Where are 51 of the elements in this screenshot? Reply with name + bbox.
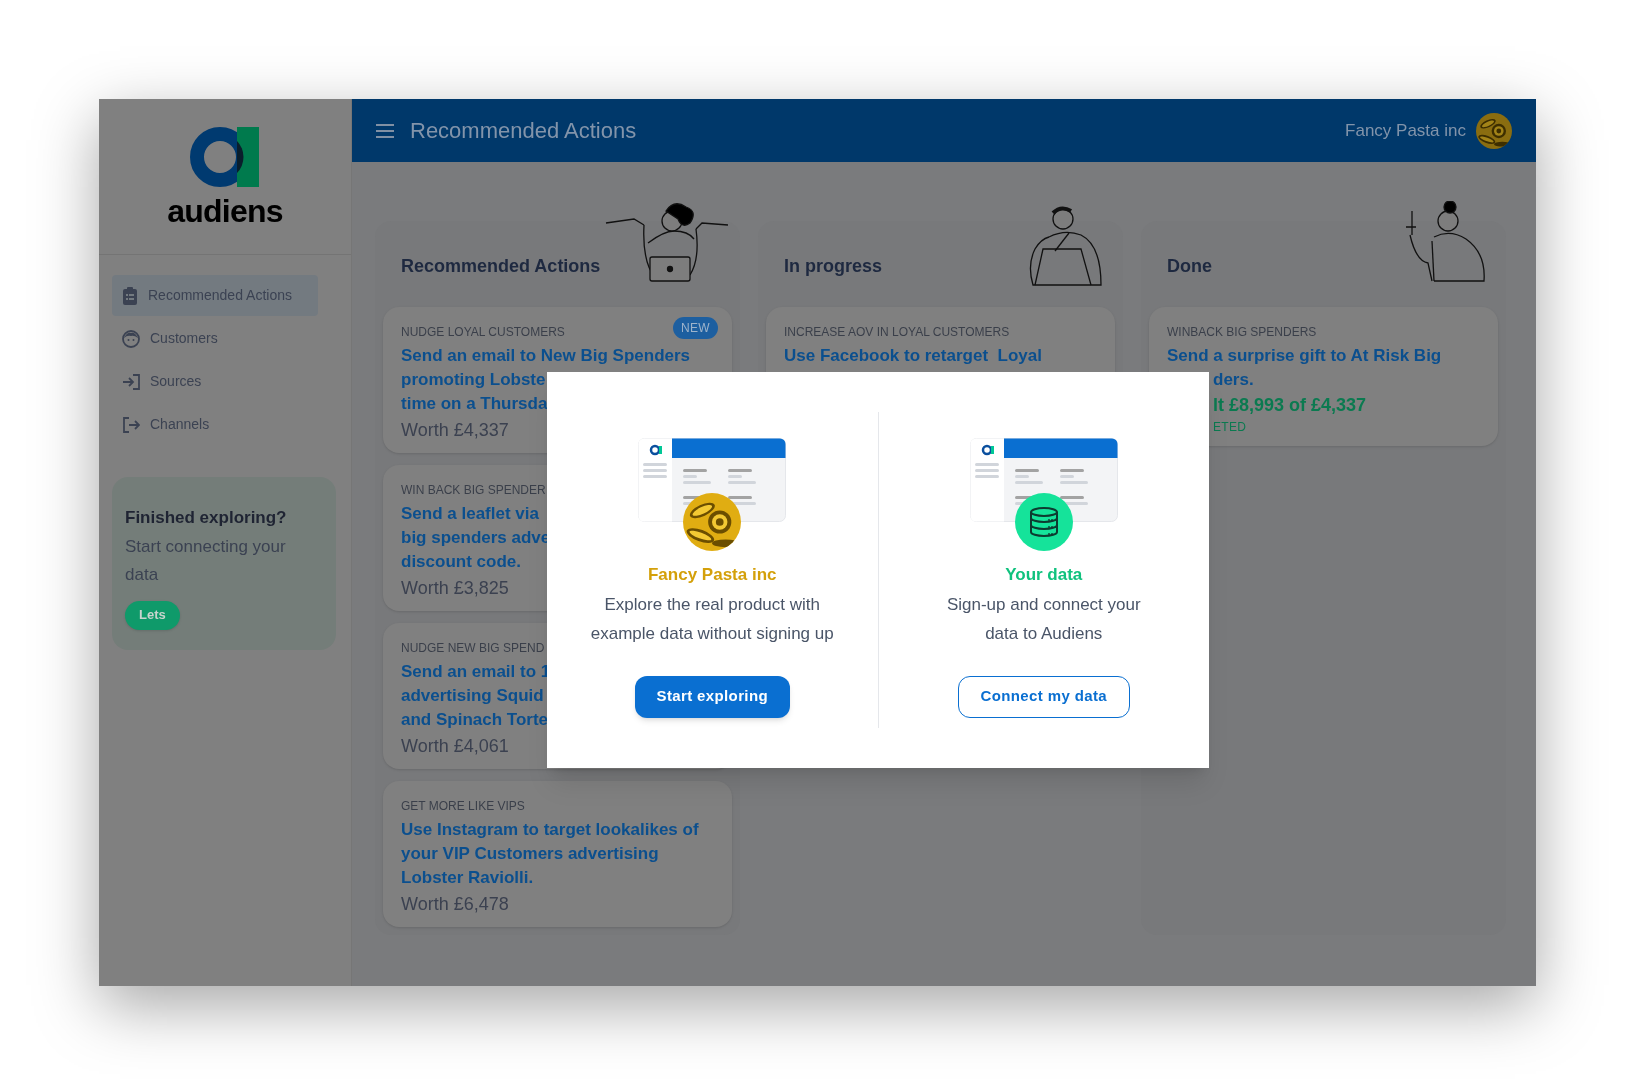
- nav-item[interactable]: Channels: [112, 404, 318, 445]
- sign-in-icon: [122, 372, 140, 391]
- logo-icon: [190, 126, 260, 187]
- option-title: Your data: [1005, 564, 1083, 586]
- category-label: WIN BACK BIG SPENDER: [401, 482, 546, 499]
- result-text: lt £8,993 of £4,337: [1212, 394, 1368, 417]
- card-title[interactable]: discount code.: [401, 550, 521, 574]
- card-title[interactable]: advertising Squid: [401, 684, 544, 708]
- card-title[interactable]: your VIP Customers advertising: [401, 842, 659, 866]
- nav-item[interactable]: Recommended Actions: [112, 275, 318, 316]
- face-icon: [122, 329, 140, 348]
- menu-icon: [376, 122, 394, 139]
- option-button[interactable]: Connect my data: [957, 675, 1130, 718]
- category-label: NUDGE LOYAL CUSTOMERS: [401, 324, 565, 341]
- column-title: In progress: [784, 256, 883, 276]
- database-icon: [1014, 493, 1073, 551]
- status-text: ETED: [1212, 419, 1248, 436]
- nav-item[interactable]: Customers: [112, 318, 318, 359]
- lets-button[interactable]: Lets: [125, 600, 180, 630]
- category-label: INCREASE AOV IN LOYAL CUSTOMERS: [784, 324, 1010, 341]
- page-title: Recommended Actions: [410, 117, 637, 145]
- nav-item[interactable]: Sources: [112, 361, 318, 402]
- card-title[interactable]: Send an email to New Big Spenders: [401, 344, 691, 368]
- sign-out-icon: [122, 415, 140, 434]
- card-title[interactable]: Use Instagram to target lookalikes of: [401, 818, 699, 842]
- card-title[interactable]: Use Facebook to retarget Loyal: [784, 344, 1042, 368]
- worth-text: Worth £4,337: [401, 419, 509, 442]
- option-title: Fancy Pasta inc: [648, 564, 777, 586]
- card-title[interactable]: time on a Thursda: [401, 392, 548, 416]
- promo-text: Start connecting your data: [125, 535, 287, 586]
- category-label: WINBACK BIG SPENDERS: [1167, 324, 1317, 341]
- option-text: Sign-up and connect your data to Audiens: [945, 593, 1142, 645]
- column-title: Done: [1167, 256, 1212, 276]
- category-label: NUDGE NEW BIG SPEND: [401, 640, 545, 657]
- option-button[interactable]: Start exploring: [634, 675, 790, 718]
- card-title[interactable]: and Spinach Torte: [401, 708, 549, 732]
- card-title[interactable]: Lobster Raviolli.: [401, 866, 534, 890]
- card-title[interactable]: Send a leaflet via: [401, 502, 539, 526]
- card-title[interactable]: Send a surprise gift to At Risk Big: [1167, 344, 1442, 368]
- account-name: Fancy Pasta inc: [1345, 119, 1466, 142]
- new-badge: NEW: [673, 317, 718, 339]
- clipboard-icon: [122, 286, 138, 305]
- column-title: Recommended Actions: [401, 256, 601, 276]
- option-text: Explore the real product with example data without signing up: [589, 593, 835, 645]
- worth-text: Worth £3,825: [401, 577, 509, 600]
- category-label: GET MORE LIKE VIPS: [401, 798, 525, 815]
- worth-text: Worth £4,061: [401, 735, 509, 758]
- worth-text: Worth £6,478: [401, 893, 509, 916]
- logo-text: audiens: [167, 194, 283, 227]
- card-title[interactable]: promoting Lobste: [401, 368, 546, 392]
- promo-title: Finished exploring?: [125, 507, 288, 529]
